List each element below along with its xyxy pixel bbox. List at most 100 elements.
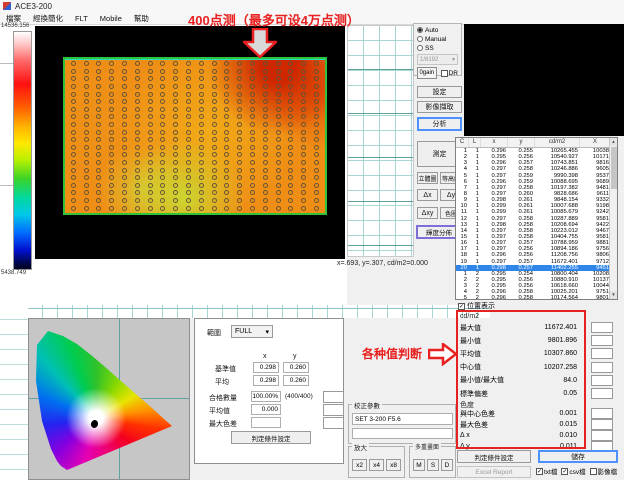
stat-value: 11672.401 — [521, 324, 577, 331]
measure-point — [314, 114, 319, 119]
export-checkbox-1[interactable] — [561, 468, 568, 475]
save-button[interactable]: 儲存 — [538, 450, 618, 463]
pass-count-field: 100.00% — [251, 391, 281, 402]
calibration-set-field[interactable]: SET 3-200 F5.6 — [352, 413, 453, 425]
measure-point — [148, 92, 153, 97]
measure-point — [288, 107, 293, 112]
export-checkbox-2[interactable] — [590, 468, 597, 475]
zoom-x8-button[interactable]: x8 — [386, 459, 401, 471]
multi-m-button[interactable]: M — [413, 459, 425, 471]
measure-point — [96, 61, 101, 66]
measure-point — [186, 130, 191, 135]
camera-preview — [464, 24, 624, 136]
analyze-button[interactable]: 分析 — [417, 117, 462, 131]
stats-section: 色度與中心色差0.001最大色差0.015Δ x0.010Δ y0.011 — [460, 400, 613, 452]
pass-count-note: (400/400) — [285, 393, 313, 400]
export-checkbox-0[interactable] — [536, 468, 543, 475]
cie-gamut-horseshoe — [34, 323, 184, 475]
scroll-down-icon[interactable]: ▼ — [610, 291, 617, 299]
measurement-canvas[interactable] — [35, 26, 345, 259]
measure-point — [301, 152, 306, 157]
measure-point — [148, 190, 153, 195]
measure-point — [301, 114, 306, 119]
measure-point — [71, 137, 76, 142]
capture-button[interactable]: 影像擷取 — [417, 101, 462, 113]
zoom-x4-button[interactable]: x4 — [369, 459, 384, 471]
menu-item-0[interactable]: 檔案 — [6, 13, 21, 24]
measure-point — [199, 183, 204, 188]
position-display-checkbox[interactable] — [458, 303, 465, 310]
zoom-x2-button[interactable]: x2 — [352, 459, 367, 471]
menu-item-4[interactable]: 幫助 — [134, 13, 149, 24]
mode-radio-ss[interactable]: SS — [417, 44, 458, 52]
delta-xy-button[interactable]: Δxy — [417, 207, 438, 219]
reference-x-field[interactable]: 0.298 — [253, 362, 279, 373]
cie-chromaticity-panel[interactable] — [28, 318, 190, 480]
measure-point — [224, 69, 229, 74]
max-diff-indicator-box — [323, 417, 344, 429]
measure-point — [212, 160, 217, 165]
range-value: FULL — [235, 328, 252, 335]
measure-point — [186, 206, 191, 211]
measure-point — [135, 92, 140, 97]
shutter-select[interactable]: 1/8192 ▾ — [417, 54, 458, 65]
calibration-title: 校正參數 — [352, 400, 382, 410]
calibration-extra-field[interactable] — [352, 428, 453, 439]
multi-s-button[interactable]: S — [427, 459, 439, 471]
stat-row: 最大色差0.015 — [460, 419, 613, 430]
measure-point — [237, 206, 242, 211]
measure-point — [84, 198, 89, 203]
dr-checkbox[interactable] — [441, 70, 448, 77]
stat-label: 中心值 — [460, 362, 521, 372]
measure-point — [160, 84, 165, 89]
measure-point — [160, 61, 165, 66]
max-diff-field[interactable] — [251, 417, 281, 428]
table-row[interactable]: 520.2960.25810174.5649801 — [456, 295, 617, 300]
average-y-field[interactable]: 0.260 — [283, 375, 309, 386]
menu-item-3[interactable]: Mobile — [100, 14, 122, 23]
mode-radio-manual[interactable]: Manual — [417, 35, 458, 43]
measure-point — [237, 122, 242, 127]
measure-point — [288, 175, 293, 180]
measure-point — [135, 198, 140, 203]
position-display-toggle[interactable]: 位置表示 — [458, 301, 495, 311]
measure-point — [173, 152, 178, 157]
measure-point — [224, 175, 229, 180]
measurement-table[interactable]: CLxycd/m2X 110.2960.25510265.45510038210… — [455, 137, 618, 300]
menu-item-2[interactable]: FLT — [75, 14, 88, 23]
range-judge-button[interactable]: 判定條件設定 — [231, 431, 311, 444]
measure-point — [224, 206, 229, 211]
table-scrollbar[interactable]: ▲ ▼ — [609, 138, 617, 299]
measure-point — [71, 206, 76, 211]
measure-point — [212, 76, 217, 81]
measure-point — [186, 198, 191, 203]
delta-x-button[interactable]: Δx — [417, 189, 438, 201]
scroll-thumb[interactable] — [611, 147, 617, 189]
stereo-button[interactable]: 立體圖 — [417, 172, 438, 184]
measure-point — [173, 114, 178, 119]
mode-radio-auto[interactable]: Auto — [417, 26, 458, 34]
reference-y-field[interactable]: 0.260 — [283, 362, 309, 373]
measure-point — [224, 99, 229, 104]
measure-point — [84, 160, 89, 165]
menu-item-1[interactable]: 經換簡化 — [33, 13, 63, 24]
average-x-field[interactable]: 0.298 — [253, 375, 279, 386]
measure-point — [237, 198, 242, 203]
measure-point — [122, 114, 127, 119]
measure-point — [173, 206, 178, 211]
zero-gain-button[interactable]: 0gain — [417, 67, 437, 79]
judge-condition-button[interactable]: 判定條件設定 — [457, 450, 531, 463]
measure-point — [122, 175, 127, 180]
scroll-up-icon[interactable]: ▲ — [610, 138, 617, 146]
measure-point — [199, 107, 204, 112]
avg-diff-field[interactable]: 0.000 — [251, 404, 281, 415]
measure-point — [314, 99, 319, 104]
range-select[interactable]: FULL ▾ — [231, 325, 273, 338]
luminance-heatmap[interactable] — [63, 57, 327, 215]
measure-point — [186, 160, 191, 165]
stat-value: 84.0 — [521, 377, 577, 384]
measure-point — [186, 190, 191, 195]
multi-d-button[interactable]: D — [441, 459, 453, 471]
settings-button[interactable]: 設定 — [417, 86, 462, 98]
measure-point — [173, 122, 178, 127]
